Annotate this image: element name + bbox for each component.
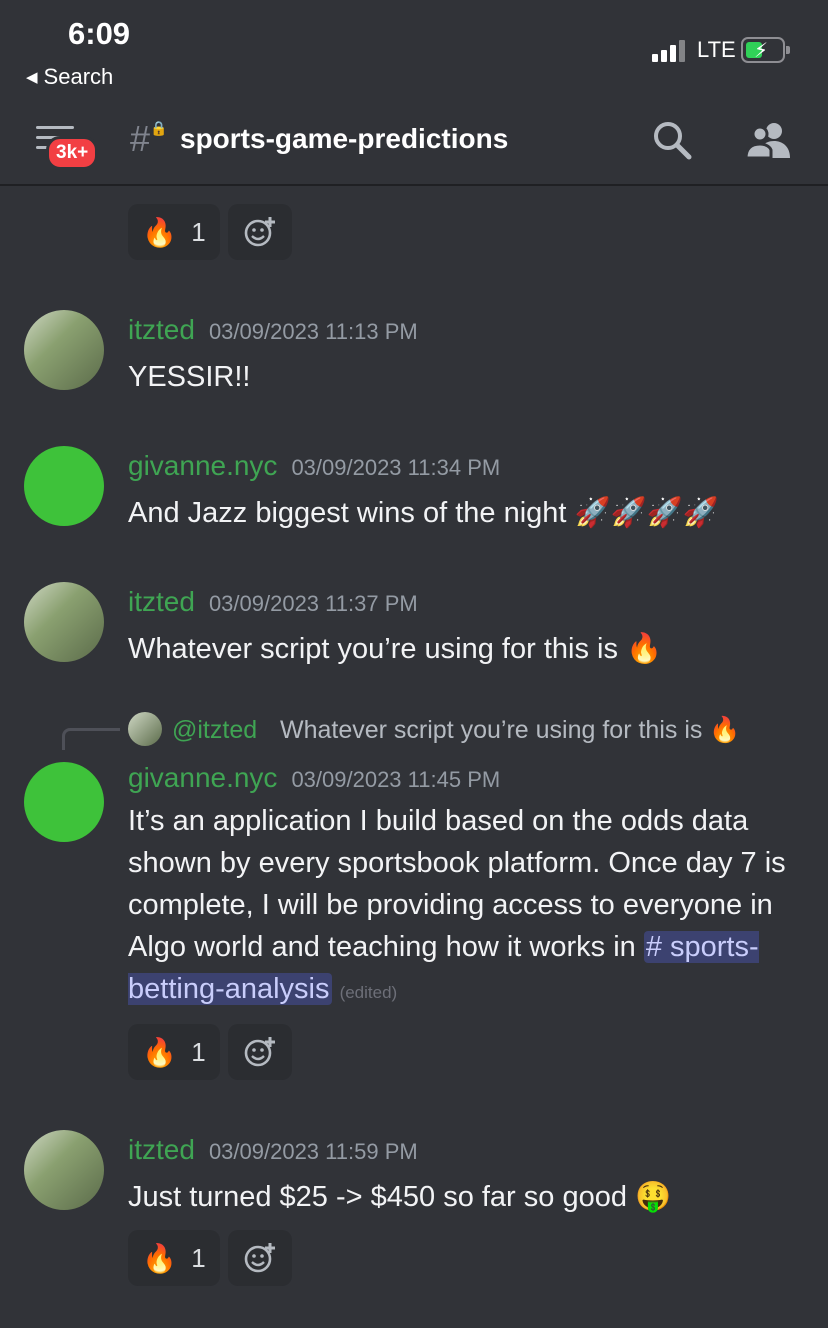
add-reaction-icon xyxy=(244,1037,275,1067)
message-text: And Jazz biggest wins of the night 🚀🚀🚀🚀 xyxy=(128,497,719,529)
fire-emoji-icon: 🔥 xyxy=(142,1036,178,1068)
edited-label: (edited) xyxy=(339,983,398,1002)
add-reaction-button[interactable] xyxy=(228,1024,292,1080)
reaction-count: 1 xyxy=(191,216,206,247)
message-header: itzted 03/09/2023 11:59 PM xyxy=(128,1134,418,1166)
reaction-bar: 🔥 1 xyxy=(128,1230,292,1286)
reaction-fire[interactable]: 🔥 1 xyxy=(128,1230,220,1286)
avatar[interactable] xyxy=(24,310,104,390)
back-to-search-link[interactable]: ◀ Search xyxy=(26,64,113,90)
reaction-fire[interactable]: 🔥 1 xyxy=(128,204,220,260)
fire-emoji-icon: 🔥 xyxy=(142,1242,178,1274)
reaction-fire[interactable]: 🔥 1 xyxy=(128,1024,220,1080)
locked-hash-icon: # 🔒 xyxy=(130,118,168,159)
unread-badge: 3k+ xyxy=(46,136,99,170)
add-reaction-button[interactable] xyxy=(228,1230,292,1286)
add-reaction-icon xyxy=(244,1243,275,1273)
back-label: Search xyxy=(43,64,114,89)
back-arrow-icon: ◀ xyxy=(26,69,38,86)
reply-author[interactable]: @itzted xyxy=(172,716,257,745)
channel-header: 3k+ # 🔒 sports-game-predictions xyxy=(0,100,828,186)
message-header: givanne.nyc 03/09/2023 11:34 PM xyxy=(128,450,500,482)
message-text: It’s an application I build based on the… xyxy=(128,800,808,1014)
avatar[interactable] xyxy=(24,446,104,526)
message-text: YESSIR!! xyxy=(128,361,251,393)
add-reaction-icon xyxy=(244,217,275,247)
message-header: itzted 03/09/2023 11:37 PM xyxy=(128,586,418,618)
clock: 6:09 xyxy=(68,16,131,51)
reply-connector xyxy=(62,728,120,750)
reaction-bar: 🔥 1 xyxy=(128,1024,292,1080)
reply-text: Whatever script you’re using for this is… xyxy=(280,716,741,744)
add-reaction-button[interactable] xyxy=(228,204,292,260)
timestamp: 03/09/2023 11:45 PM xyxy=(291,767,501,792)
reaction-count: 1 xyxy=(191,1242,206,1273)
message-header: givanne.nyc 03/09/2023 11:45 PM xyxy=(128,762,500,794)
avatar[interactable] xyxy=(24,582,104,662)
reply-avatar xyxy=(128,712,162,746)
timestamp: 03/09/2023 11:37 PM xyxy=(208,591,418,616)
reply-preview[interactable]: @itzted Whatever script you’re using for… xyxy=(62,712,822,752)
battery-charging-icon: ⚡ xyxy=(741,37,790,63)
author-name[interactable]: givanne.nyc xyxy=(128,762,277,793)
members-icon[interactable] xyxy=(744,120,792,160)
author-name[interactable]: itzted xyxy=(128,586,195,617)
channel-title[interactable]: sports-game-predictions xyxy=(180,123,508,155)
message-text: Just turned $25 -> $450 so far so good 🤑 xyxy=(128,1181,672,1213)
avatar[interactable] xyxy=(24,1130,104,1210)
timestamp: 03/09/2023 11:34 PM xyxy=(291,455,501,480)
avatar[interactable] xyxy=(24,762,104,842)
timestamp: 03/09/2023 11:13 PM xyxy=(208,319,418,344)
author-name[interactable]: itzted xyxy=(128,1134,195,1165)
reaction-count: 1 xyxy=(191,1036,206,1067)
author-name[interactable]: itzted xyxy=(128,314,195,345)
message-text: Whatever script you’re using for this is… xyxy=(128,633,663,665)
reaction-bar: 🔥 1 xyxy=(128,204,292,260)
network-label: LTE xyxy=(697,37,736,62)
status-bar: 6:09 ◀ Search LTE ⚡ xyxy=(0,0,828,100)
fire-emoji-icon: 🔥 xyxy=(142,216,178,248)
search-icon[interactable] xyxy=(652,120,692,160)
message-header: itzted 03/09/2023 11:13 PM xyxy=(128,314,418,346)
timestamp: 03/09/2023 11:59 PM xyxy=(208,1139,418,1164)
signal-icon xyxy=(652,40,690,62)
author-name[interactable]: givanne.nyc xyxy=(128,450,277,481)
